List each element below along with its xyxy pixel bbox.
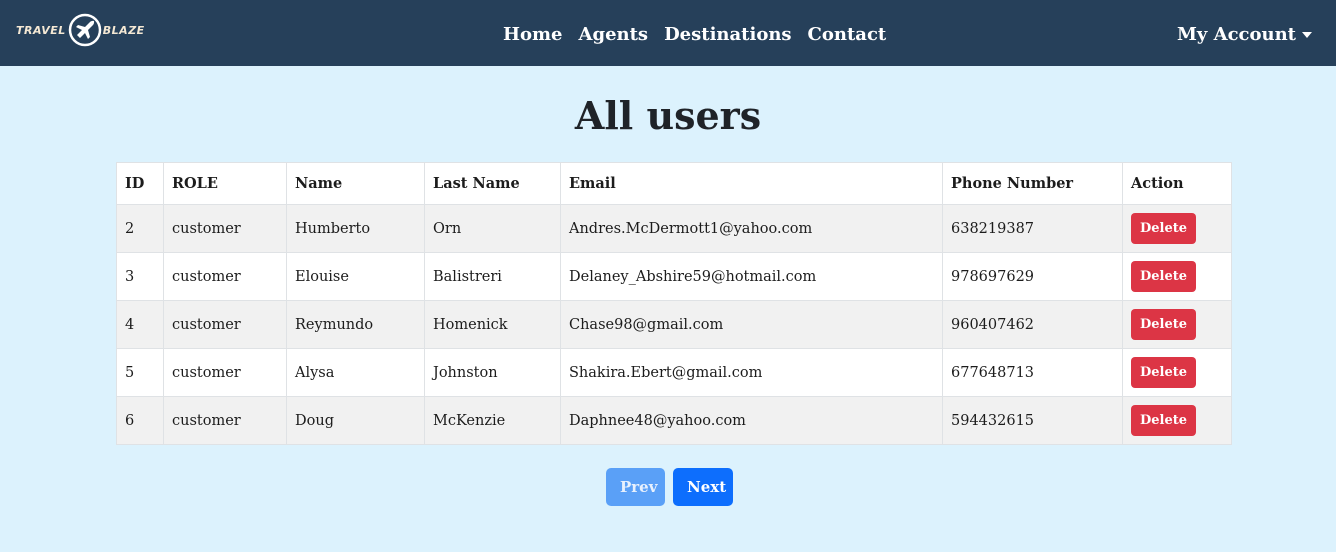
- cell-role: customer: [163, 252, 287, 301]
- cell-action: Delete: [1122, 252, 1232, 301]
- cell-id: 6: [116, 396, 164, 445]
- table-row: 6 customer Doug McKenzie Daphnee48@yahoo…: [116, 396, 1232, 445]
- cell-role: customer: [163, 204, 287, 253]
- cell-role: customer: [163, 300, 287, 349]
- nav-agents[interactable]: Agents: [579, 22, 649, 48]
- cell-id: 5: [116, 348, 164, 397]
- cell-phone: 677648713: [942, 348, 1123, 397]
- cell-last-name: Balistreri: [424, 252, 561, 301]
- cell-name: Elouise: [286, 252, 425, 301]
- nav-destinations[interactable]: Destinations: [664, 22, 791, 48]
- cell-role: customer: [163, 396, 287, 445]
- cell-email: Chase98@gmail.com: [560, 300, 943, 349]
- table-row: 5 customer Alysa Johnston Shakira.Ebert@…: [116, 348, 1232, 397]
- cell-phone: 978697629: [942, 252, 1123, 301]
- nav-home[interactable]: Home: [503, 22, 563, 48]
- cell-id: 2: [116, 204, 164, 253]
- cell-action: Delete: [1122, 396, 1232, 445]
- users-table: ID ROLE Name Last Name Email Phone Numbe…: [116, 162, 1232, 445]
- cell-name: Humberto: [286, 204, 425, 253]
- cell-name: Reymundo: [286, 300, 425, 349]
- brand-right-text: BLAZE: [102, 23, 145, 37]
- cell-role: customer: [163, 348, 287, 397]
- delete-button[interactable]: Delete: [1131, 357, 1197, 388]
- cell-email: Daphnee48@yahoo.com: [560, 396, 943, 445]
- header-phone: Phone Number: [942, 162, 1123, 205]
- brand-logo[interactable]: TRAVEL BLAZE: [16, 12, 148, 48]
- table-header-row: ID ROLE Name Last Name Email Phone Numbe…: [116, 162, 1232, 205]
- cell-name: Alysa: [286, 348, 425, 397]
- delete-button[interactable]: Delete: [1131, 309, 1197, 340]
- brand-left-text: TRAVEL: [16, 23, 66, 37]
- account-label: My Account: [1176, 24, 1296, 45]
- cell-action: Delete: [1122, 300, 1232, 349]
- header-role: ROLE: [163, 162, 287, 205]
- cell-email: Andres.McDermott1@yahoo.com: [560, 204, 943, 253]
- header-id: ID: [116, 162, 164, 205]
- table-row: 3 customer Elouise Balistreri Delaney_Ab…: [116, 252, 1232, 301]
- cell-action: Delete: [1122, 204, 1232, 253]
- delete-button[interactable]: Delete: [1131, 213, 1197, 244]
- header-last-name: Last Name: [424, 162, 561, 205]
- delete-button[interactable]: Delete: [1131, 261, 1197, 292]
- airplane-icon: [68, 13, 102, 47]
- page-title: All users: [574, 93, 762, 138]
- cell-name: Doug: [286, 396, 425, 445]
- cell-last-name: Johnston: [424, 348, 561, 397]
- pagination: Prev Next: [606, 468, 733, 506]
- navbar: TRAVEL BLAZE Home Agents Destinations Co…: [0, 0, 1336, 66]
- nav-contact[interactable]: Contact: [808, 22, 887, 48]
- table-row: 4 customer Reymundo Homenick Chase98@gma…: [116, 300, 1232, 349]
- cell-email: Delaney_Abshire59@hotmail.com: [560, 252, 943, 301]
- cell-phone: 638219387: [942, 204, 1123, 253]
- cell-id: 3: [116, 252, 164, 301]
- prev-button[interactable]: Prev: [606, 468, 665, 506]
- delete-button[interactable]: Delete: [1131, 405, 1197, 436]
- cell-phone: 594432615: [942, 396, 1123, 445]
- caret-down-icon: [1302, 32, 1312, 38]
- account-dropdown[interactable]: My Account: [1177, 22, 1312, 48]
- header-email: Email: [560, 162, 943, 205]
- table-row: 2 customer Humberto Orn Andres.McDermott…: [116, 204, 1232, 253]
- cell-last-name: Homenick: [424, 300, 561, 349]
- users-table-container: ID ROLE Name Last Name Email Phone Numbe…: [116, 162, 1232, 445]
- cell-action: Delete: [1122, 348, 1232, 397]
- header-name: Name: [286, 162, 425, 205]
- cell-id: 4: [116, 300, 164, 349]
- cell-email: Shakira.Ebert@gmail.com: [560, 348, 943, 397]
- next-button[interactable]: Next: [673, 468, 733, 506]
- cell-phone: 960407462: [942, 300, 1123, 349]
- main-nav: Home Agents Destinations Contact: [503, 22, 886, 48]
- cell-last-name: Orn: [424, 204, 561, 253]
- cell-last-name: McKenzie: [424, 396, 561, 445]
- header-action: Action: [1122, 162, 1232, 205]
